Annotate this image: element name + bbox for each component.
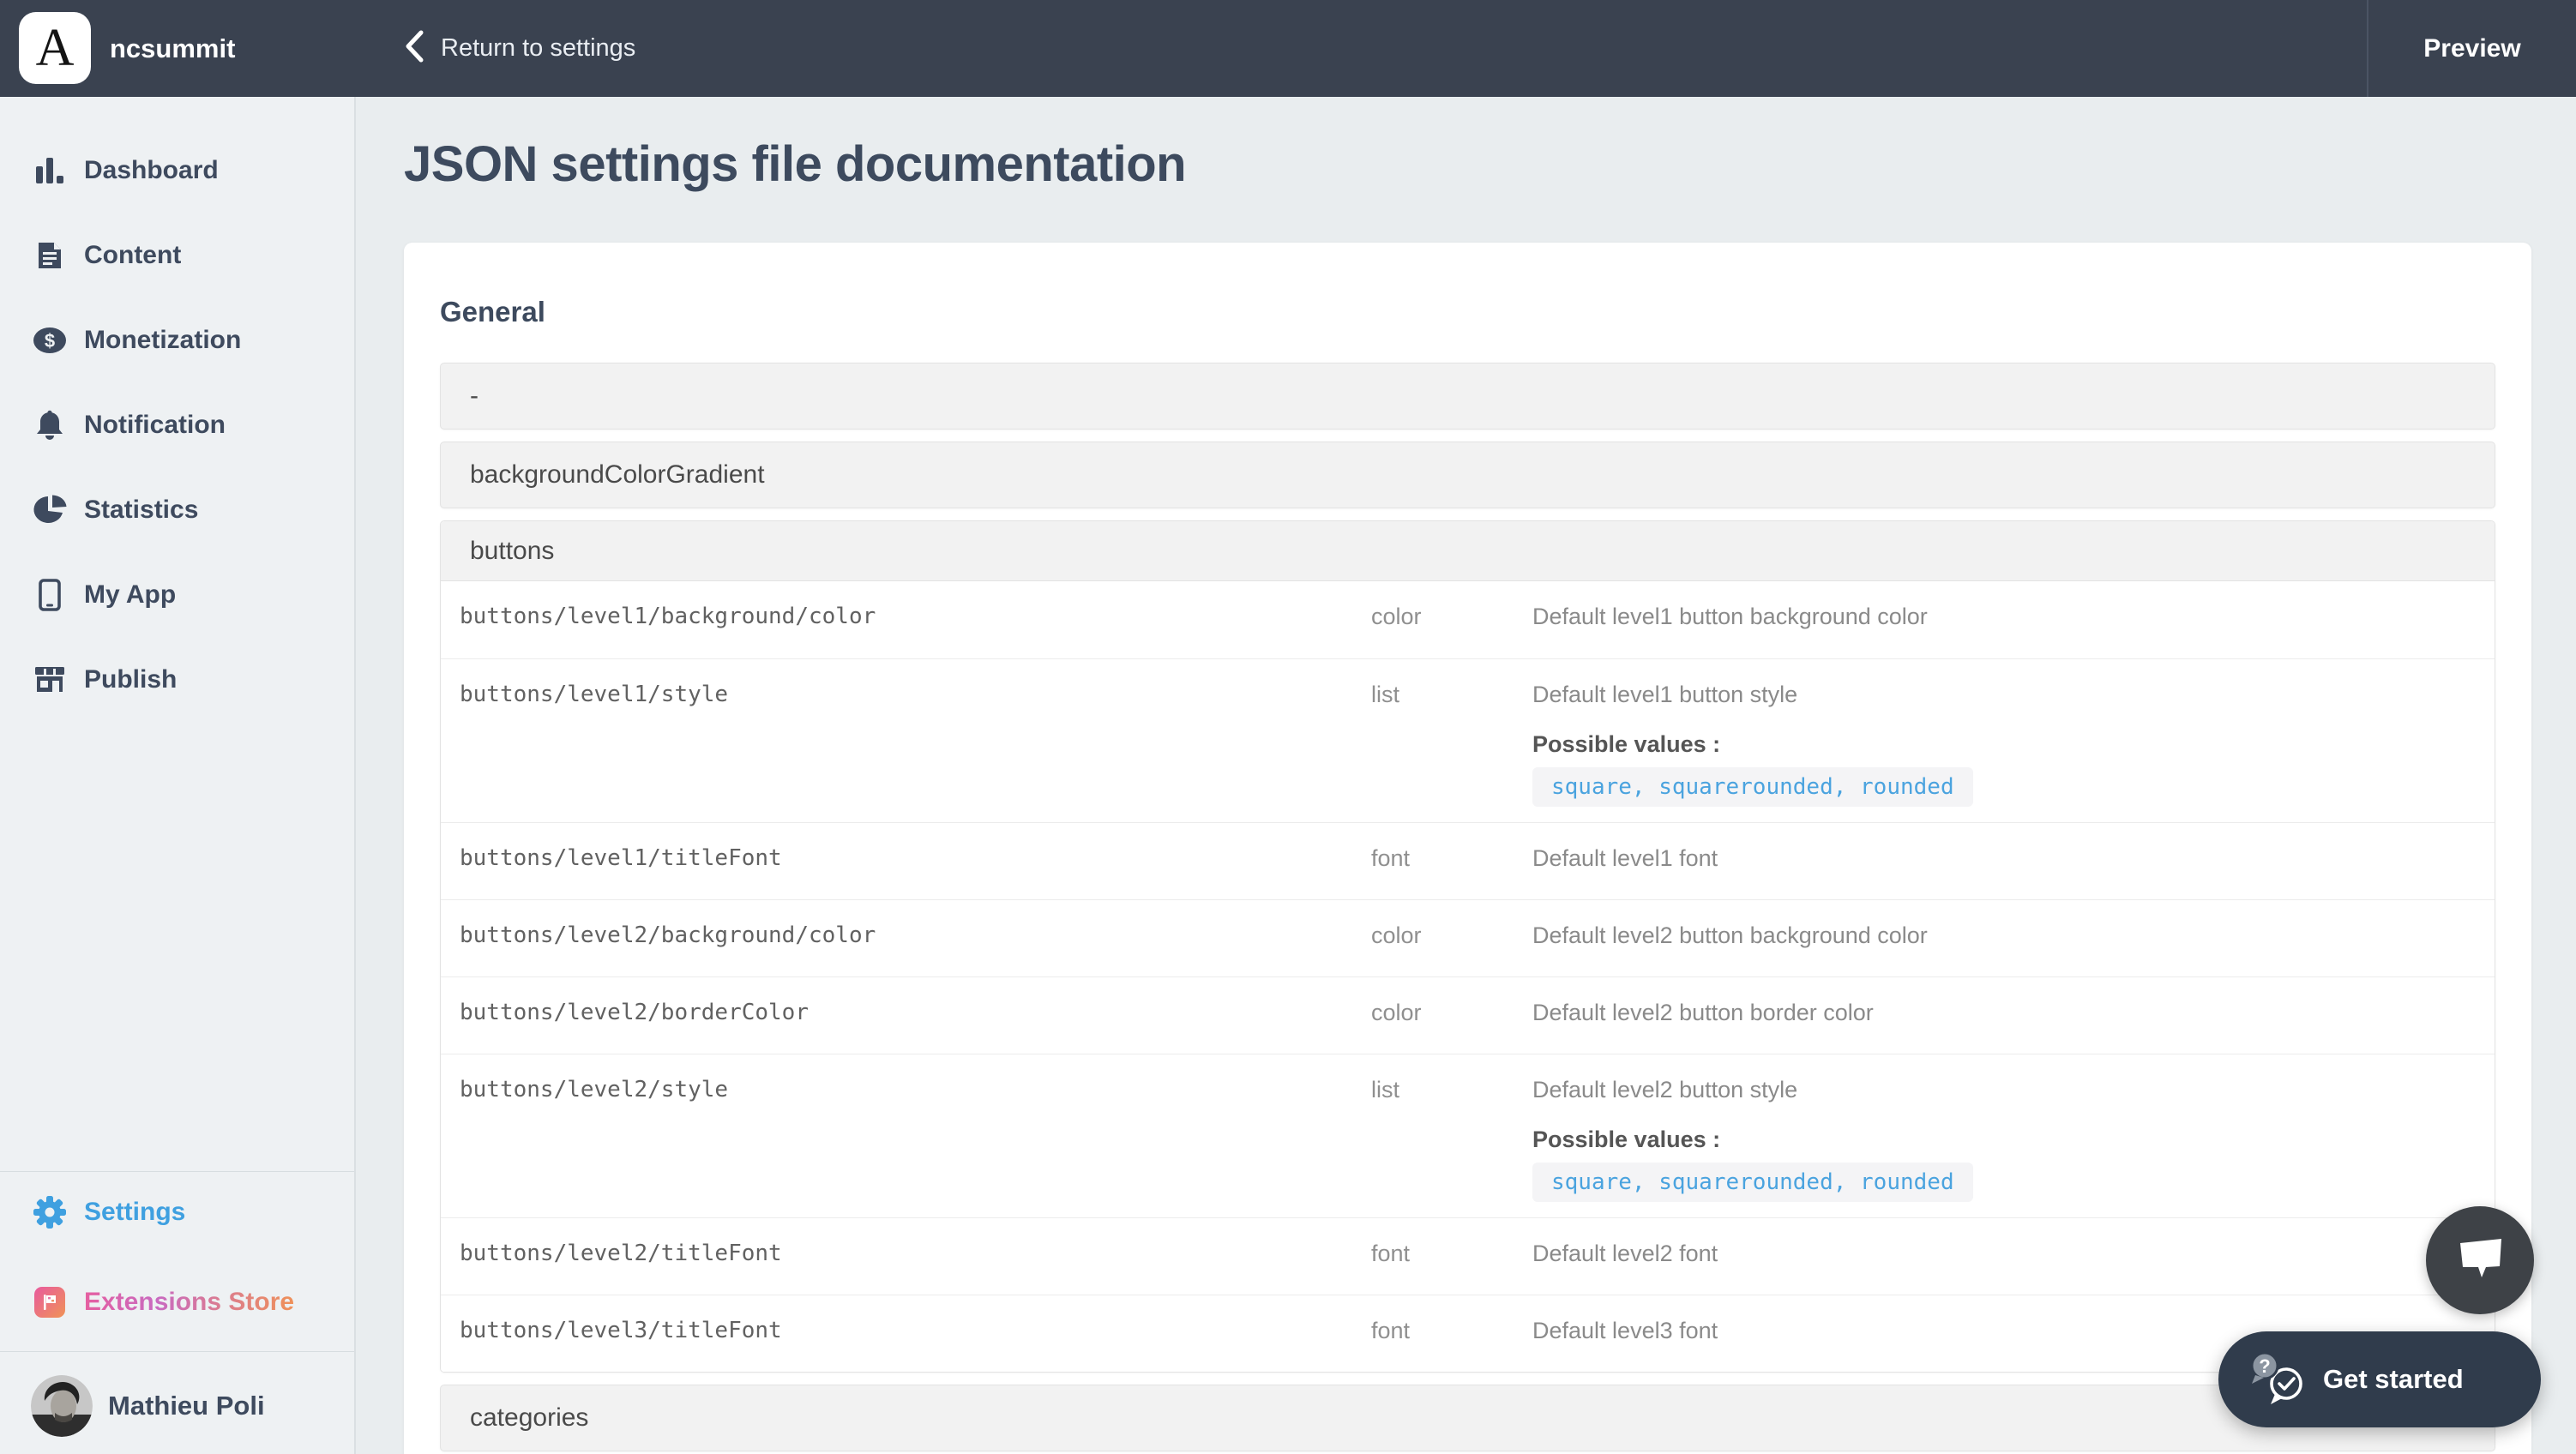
possible-values-chip: square, squarerounded, rounded [1532, 1163, 1973, 1202]
sidebar-item-label: Notification [84, 411, 226, 440]
app-window: A ncsummit Return to settings Preview [0, 0, 2576, 1454]
pie-chart-icon [31, 495, 69, 526]
setting-key: buttons/level1/titleFont [460, 844, 1371, 873]
sidebar-item-extensions-store[interactable]: Extensions Store [0, 1268, 354, 1337]
svg-text:?: ? [2259, 1355, 2270, 1377]
table-row: buttons/level2/titleFont font Default le… [441, 1217, 2495, 1295]
user-profile[interactable]: Mathieu Poli [31, 1375, 265, 1437]
table-row: buttons/level3/titleFont font Default le… [441, 1295, 2495, 1372]
sidebar-item-label: Dashboard [84, 156, 219, 185]
table-row: buttons/level2/background/color color De… [441, 899, 2495, 976]
table-row: buttons/level2/style list Default level2… [441, 1054, 2495, 1217]
table-row: buttons/level2/borderColor color Default… [441, 976, 2495, 1054]
svg-text:$: $ [45, 330, 55, 351]
chevron-left-icon [403, 29, 425, 68]
sidebar-item-label: Content [84, 241, 181, 270]
sidebar-item-label: My App [84, 580, 176, 610]
page-title: JSON settings file documentation [404, 136, 2531, 193]
setting-key: buttons/level1/style [460, 680, 1371, 709]
section-buttons: buttons buttons/level1/background/color … [440, 520, 2495, 1373]
setting-key: buttons/level3/titleFont [460, 1316, 1371, 1345]
gear-icon [31, 1195, 69, 1229]
sidebar-divider [0, 1171, 354, 1172]
topbar: A ncsummit Return to settings Preview [0, 0, 2576, 97]
sidebar-item-settings[interactable]: Settings [0, 1178, 354, 1247]
chat-button[interactable] [2426, 1206, 2534, 1314]
section-header-categories[interactable]: categories [440, 1385, 2495, 1451]
return-to-settings-link[interactable]: Return to settings [403, 0, 635, 97]
sidebar-item-label: Publish [84, 665, 177, 694]
help-bubbles-icon: ? [2248, 1349, 2309, 1410]
preview-button[interactable]: Preview [2368, 0, 2576, 97]
sidebar: Dashboard Content [0, 97, 356, 1454]
sidebar-item-statistics[interactable]: Statistics [0, 467, 354, 552]
logo-letter: A [36, 21, 75, 75]
table-row: buttons/level1/style list Default level1… [441, 658, 2495, 822]
setting-key: buttons/level1/background/color [460, 602, 1371, 631]
possible-values-label: Possible values : [1532, 1125, 2477, 1154]
document-icon [31, 240, 69, 271]
setting-type: color [1371, 921, 1532, 950]
table-row: buttons/level1/background/color color De… [441, 581, 2495, 658]
setting-description: Default level1 button style [1532, 680, 2477, 709]
sidebar-item-notification[interactable]: Notification [0, 382, 354, 467]
possible-values-label: Possible values : [1532, 730, 2477, 759]
setting-key: buttons/level2/titleFont [460, 1239, 1371, 1268]
documentation-card: General - backgroundColorGradient button… [404, 243, 2531, 1454]
get-started-button[interactable]: ? Get started [2218, 1331, 2541, 1427]
setting-type: font [1371, 844, 1532, 873]
sidebar-item-publish[interactable]: Publish [0, 637, 354, 722]
sidebar-item-my-app[interactable]: My App [0, 552, 354, 637]
bar-chart-icon [31, 156, 69, 185]
section-title: General [440, 296, 2495, 328]
sidebar-item-label: Settings [84, 1198, 185, 1227]
setting-description: Default level2 button background color [1532, 921, 2477, 950]
sidebar-item-label: Extensions Store [84, 1288, 294, 1317]
setting-type: list [1371, 1075, 1532, 1104]
sidebar-item-dashboard[interactable]: Dashboard [0, 128, 354, 213]
avatar [31, 1375, 93, 1437]
setting-type: color [1371, 602, 1532, 631]
setting-description: Default level2 button border color [1532, 998, 2477, 1027]
setting-key: buttons/level2/background/color [460, 921, 1371, 950]
extensions-flag-icon [31, 1287, 69, 1318]
setting-type: font [1371, 1239, 1532, 1268]
sidebar-item-label: Statistics [84, 496, 198, 525]
smartphone-icon [31, 579, 69, 611]
user-name: Mathieu Poli [108, 1391, 265, 1421]
get-started-label: Get started [2323, 1364, 2464, 1395]
table-row: buttons/level1/titleFont font Default le… [441, 822, 2495, 899]
sidebar-item-label: Monetization [84, 326, 241, 355]
setting-key: buttons/level2/borderColor [460, 998, 1371, 1027]
sidebar-nav: Dashboard Content [0, 128, 354, 722]
app-name: ncsummit [110, 0, 235, 97]
section-header-dash[interactable]: - [440, 363, 2495, 430]
sidebar-divider [0, 1351, 354, 1352]
app-logo[interactable]: A [19, 12, 91, 84]
setting-type: font [1371, 1316, 1532, 1345]
bell-icon [31, 410, 69, 441]
section-header-buttons[interactable]: buttons [441, 521, 2495, 581]
dollar-circle-icon: $ [31, 327, 69, 354]
return-to-settings-label: Return to settings [441, 34, 635, 63]
setting-description: Default level1 button background color [1532, 602, 2477, 631]
setting-description: Default level1 font [1532, 844, 2477, 873]
setting-key: buttons/level2/style [460, 1075, 1371, 1104]
possible-values-chip: square, squarerounded, rounded [1532, 767, 1973, 807]
sidebar-item-content[interactable]: Content [0, 213, 354, 297]
main-content: JSON settings file documentation General… [356, 97, 2576, 1454]
chat-bubble-icon [2453, 1235, 2507, 1286]
setting-description: Default level2 font [1532, 1239, 2477, 1268]
setting-description: Default level2 button style [1532, 1075, 2477, 1104]
setting-type: color [1371, 998, 1532, 1027]
section-header-backgroundcolorgradient[interactable]: backgroundColorGradient [440, 442, 2495, 508]
sidebar-item-monetization[interactable]: $ Monetization [0, 297, 354, 382]
storefront-icon [31, 665, 69, 694]
setting-type: list [1371, 680, 1532, 709]
